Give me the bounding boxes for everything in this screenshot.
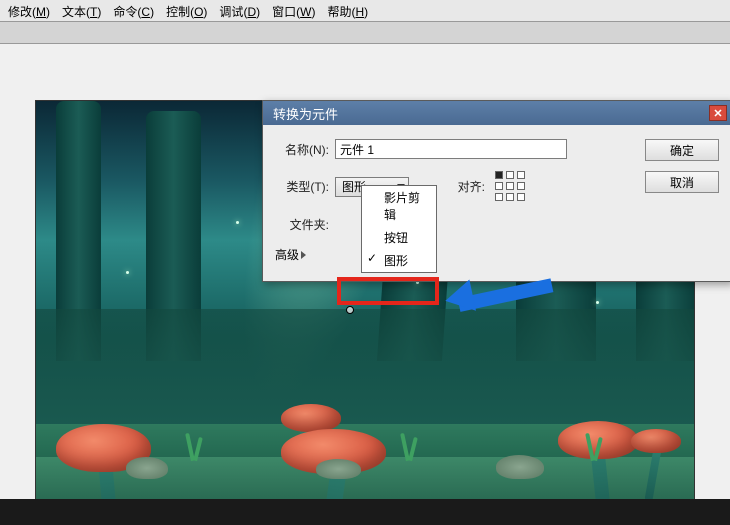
dialog-titlebar[interactable]: 转换为元件 ✕ — [263, 101, 730, 125]
menu-window[interactable]: 窗口(W) — [266, 0, 321, 21]
menu-text[interactable]: 文本(T) — [56, 0, 107, 21]
registration-grid — [495, 171, 526, 202]
type-dropdown: 影片剪辑 按钮 图形 — [361, 185, 437, 273]
type-label: 类型(T): — [275, 178, 329, 195]
selection-center-handle[interactable] — [346, 306, 354, 314]
menu-control[interactable]: 控制(O) — [160, 0, 213, 21]
chevron-right-icon[interactable] — [301, 251, 306, 259]
align-bc[interactable] — [506, 193, 514, 201]
align-mr[interactable] — [517, 182, 525, 190]
folder-label: 文件夹: — [275, 216, 329, 233]
bottom-strip — [0, 499, 730, 525]
toolbar-strip — [0, 22, 730, 44]
annotation-arrow — [441, 280, 561, 320]
align-ml[interactable] — [495, 182, 503, 190]
name-input[interactable] — [335, 139, 567, 159]
align-tr[interactable] — [517, 171, 525, 179]
dropdown-graphic[interactable]: 图形 — [362, 249, 436, 272]
name-label: 名称(N): — [275, 141, 329, 158]
menubar: 修改(M) 文本(T) 命令(C) 控制(O) 调试(D) 窗口(W) 帮助(H… — [0, 0, 730, 22]
menu-command[interactable]: 命令(C) — [107, 0, 160, 21]
ok-button[interactable]: 确定 — [645, 139, 719, 161]
menu-debug[interactable]: 调试(D) — [213, 0, 266, 21]
cancel-button[interactable]: 取消 — [645, 171, 719, 193]
dropdown-movieclip[interactable]: 影片剪辑 — [362, 186, 436, 226]
align-tc[interactable] — [506, 171, 514, 179]
align-br[interactable] — [517, 193, 525, 201]
align-label: 对齐: — [431, 178, 485, 195]
dialog-title: 转换为元件 — [273, 104, 338, 123]
convert-symbol-dialog: 转换为元件 ✕ 确定 取消 名称(N): 类型(T): 图形 对齐: 文件 — [262, 100, 730, 282]
menu-modify[interactable]: 修改(M) — [2, 0, 56, 21]
align-tl[interactable] — [495, 171, 503, 179]
align-bl[interactable] — [495, 193, 503, 201]
advanced-label: 高级 — [275, 246, 299, 263]
align-mc[interactable] — [506, 182, 514, 190]
close-icon[interactable]: ✕ — [709, 105, 727, 121]
dropdown-button[interactable]: 按钮 — [362, 226, 436, 249]
menu-help[interactable]: 帮助(H) — [321, 0, 374, 21]
